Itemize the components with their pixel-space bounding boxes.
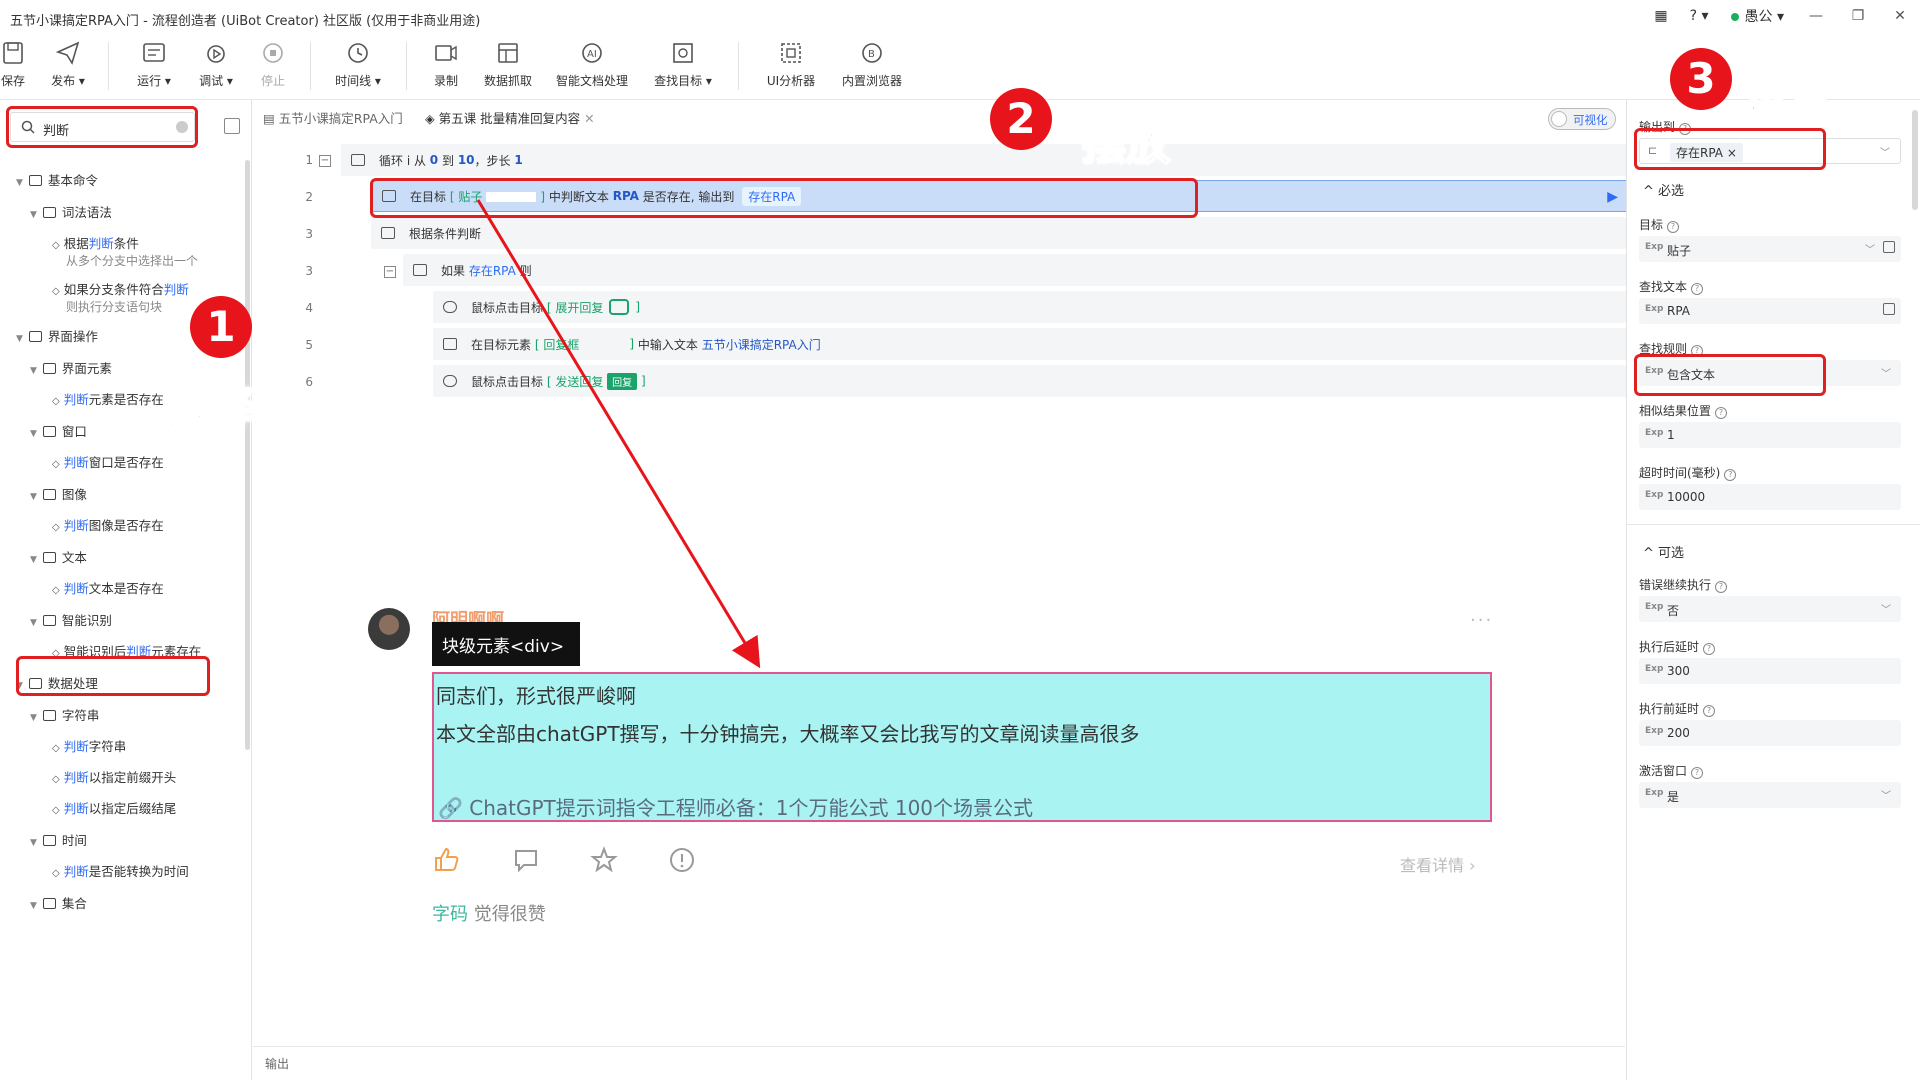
annotation-arrow xyxy=(476,199,761,669)
app-window: 五节小课搞定RPA入门 - 流程创造者 (UiBot Creator) 社区版 … xyxy=(0,0,1920,1080)
